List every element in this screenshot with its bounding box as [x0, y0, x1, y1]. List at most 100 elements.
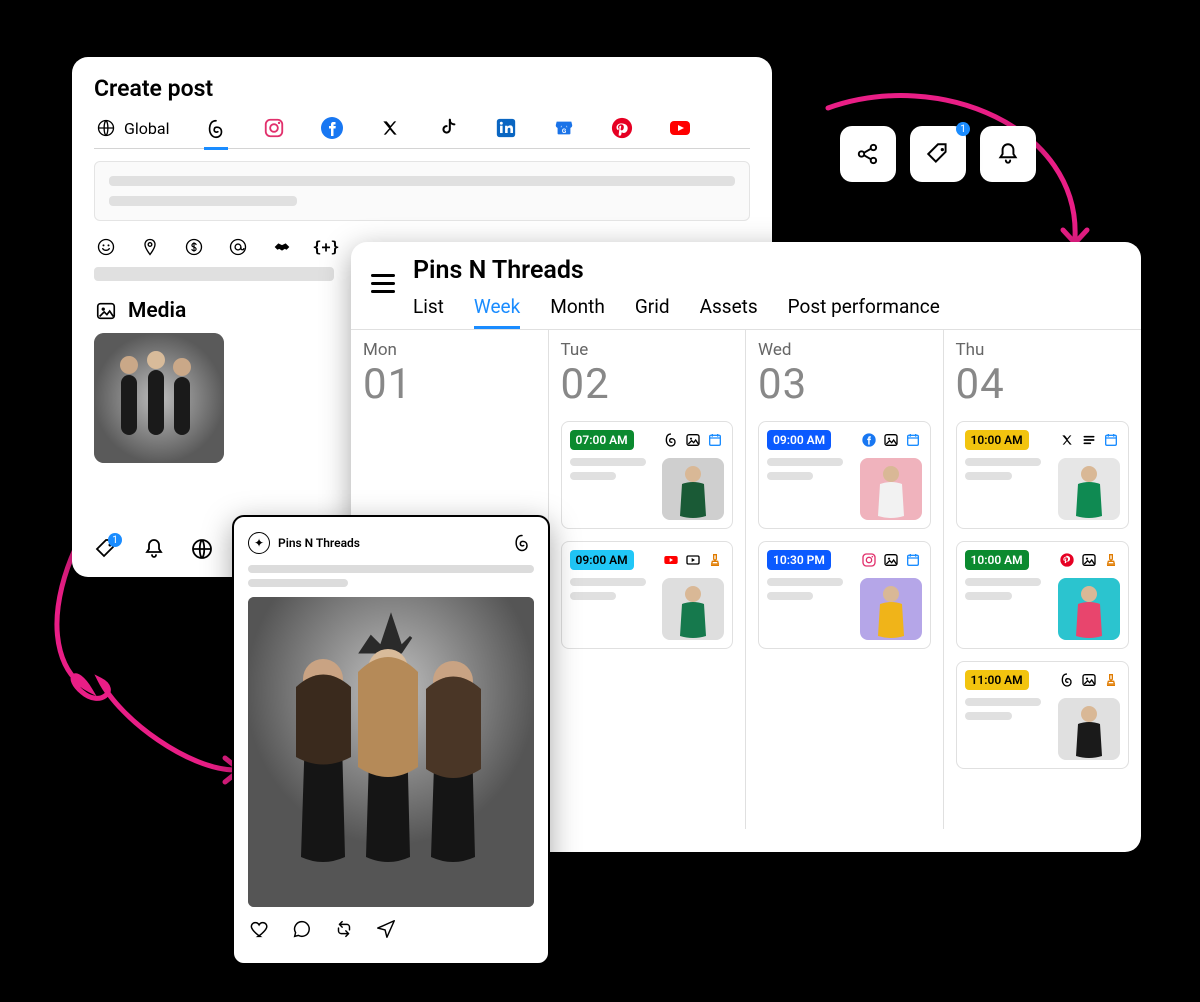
threads-icon: [662, 431, 680, 449]
day-of-week: Thu: [956, 340, 1130, 360]
send-icon[interactable]: [374, 917, 398, 941]
notifications-button[interactable]: [980, 126, 1036, 182]
tab-threads[interactable]: [204, 117, 228, 150]
time-badge: 09:00 AM: [570, 550, 634, 570]
stamp-icon: [1102, 551, 1120, 569]
repost-icon[interactable]: [332, 917, 356, 941]
facebook-icon: [860, 431, 878, 449]
emoji-icon[interactable]: [94, 235, 118, 259]
day-number: 01: [363, 360, 536, 409]
tab-google-business[interactable]: G: [552, 116, 576, 140]
image-icon: [1080, 671, 1098, 689]
google-business-icon: G: [552, 116, 576, 140]
day-of-week: Mon: [363, 340, 536, 360]
tiktok-icon: [436, 116, 460, 140]
day-number: 02: [561, 360, 734, 409]
instagram-icon: [262, 116, 286, 140]
x-icon: [378, 116, 402, 140]
post-preview-card: ✦ Pins N Threads: [232, 515, 550, 965]
placeholder-line: [248, 565, 534, 573]
preview-account[interactable]: ✦ Pins N Threads: [248, 532, 360, 554]
calendar-icon: [904, 551, 922, 569]
scheduled-post-card[interactable]: 11:00 AM: [956, 661, 1130, 769]
time-badge: 11:00 AM: [965, 670, 1029, 690]
tag-icon[interactable]: [94, 537, 118, 561]
tab-facebook[interactable]: [320, 116, 344, 140]
tab-instagram[interactable]: [262, 116, 286, 140]
time-badge: 07:00 AM: [570, 430, 634, 450]
tab-youtube[interactable]: [668, 116, 692, 140]
youtube-icon: [668, 116, 692, 140]
image-icon: [1080, 551, 1098, 569]
scheduled-post-card[interactable]: 10:00 AM: [956, 541, 1130, 649]
currency-icon[interactable]: [182, 235, 206, 259]
share-button[interactable]: [840, 126, 896, 182]
pinterest-icon: [1058, 551, 1076, 569]
globe-icon: [94, 116, 118, 140]
comment-icon[interactable]: [290, 917, 314, 941]
stamp-icon: [1102, 671, 1120, 689]
bell-icon[interactable]: [142, 537, 166, 561]
tab-x[interactable]: [378, 116, 402, 140]
facebook-icon: [320, 116, 344, 140]
instagram-icon: [860, 551, 878, 569]
time-badge: 09:00 AM: [767, 430, 831, 450]
scheduled-post-card[interactable]: 10:30 PM: [758, 541, 931, 649]
scheduled-post-card[interactable]: 09:00 AM: [561, 541, 734, 649]
video-icon: [684, 551, 702, 569]
preview-actions: [248, 917, 534, 941]
globe-icon[interactable]: [190, 537, 214, 561]
pinterest-icon: [610, 116, 634, 140]
tab-global-label: Global: [124, 119, 170, 138]
day-number: 04: [956, 360, 1130, 409]
tab-month[interactable]: Month: [550, 295, 605, 329]
tab-week[interactable]: Week: [474, 295, 520, 329]
post-thumbnail: [1058, 458, 1120, 520]
day-number: 03: [758, 360, 931, 409]
location-icon[interactable]: [138, 235, 162, 259]
workspace-title: Pins N Threads: [413, 256, 940, 285]
variable-icon[interactable]: {+}: [314, 235, 338, 259]
calendar-view-tabs: List Week Month Grid Assets Post performance: [413, 295, 940, 329]
image-icon: [882, 431, 900, 449]
calendar-column: Tue0207:00 AM09:00 AM: [549, 330, 747, 829]
composer-footer: [94, 537, 214, 561]
calendar-column: Thu04 10:00 AM 10:00 AM 11:00 AM: [944, 330, 1142, 829]
time-badge: 10:30 PM: [767, 550, 831, 570]
tab-assets[interactable]: Assets: [700, 295, 758, 329]
preview-image: [248, 597, 534, 907]
tab-pinterest[interactable]: [610, 116, 634, 140]
floating-tools: [840, 126, 1036, 182]
svg-text:G: G: [561, 127, 566, 135]
day-of-week: Wed: [758, 340, 931, 360]
tag-button[interactable]: [910, 126, 966, 182]
tab-grid[interactable]: Grid: [635, 295, 670, 329]
image-icon: [94, 299, 118, 323]
media-thumbnail[interactable]: [94, 333, 224, 463]
platform-tabs: Global: [94, 116, 750, 149]
placeholder-line: [94, 267, 334, 281]
tab-list[interactable]: List: [413, 295, 444, 329]
handshake-icon[interactable]: [270, 235, 294, 259]
scheduled-post-card[interactable]: 09:00 AM: [758, 421, 931, 529]
image-icon: [882, 551, 900, 569]
heart-icon[interactable]: [248, 917, 272, 941]
create-post-title: Create post: [94, 75, 750, 102]
tab-global[interactable]: Global: [94, 116, 170, 140]
mention-icon[interactable]: [226, 235, 250, 259]
tab-linkedin[interactable]: [494, 116, 518, 140]
placeholder-line: [109, 196, 297, 206]
stamp-icon: [706, 551, 724, 569]
scheduled-post-card[interactable]: 07:00 AM: [561, 421, 734, 529]
tab-post-performance[interactable]: Post performance: [788, 295, 940, 329]
threads-icon: [1058, 671, 1076, 689]
linkedin-icon: [494, 116, 518, 140]
tab-tiktok[interactable]: [436, 116, 460, 140]
text-icon: [1080, 431, 1098, 449]
scheduled-post-card[interactable]: 10:00 AM: [956, 421, 1130, 529]
placeholder-line: [109, 176, 735, 186]
post-textarea[interactable]: [94, 161, 750, 221]
post-thumbnail: [860, 458, 922, 520]
post-thumbnail: [662, 458, 724, 520]
menu-button[interactable]: [371, 274, 395, 293]
